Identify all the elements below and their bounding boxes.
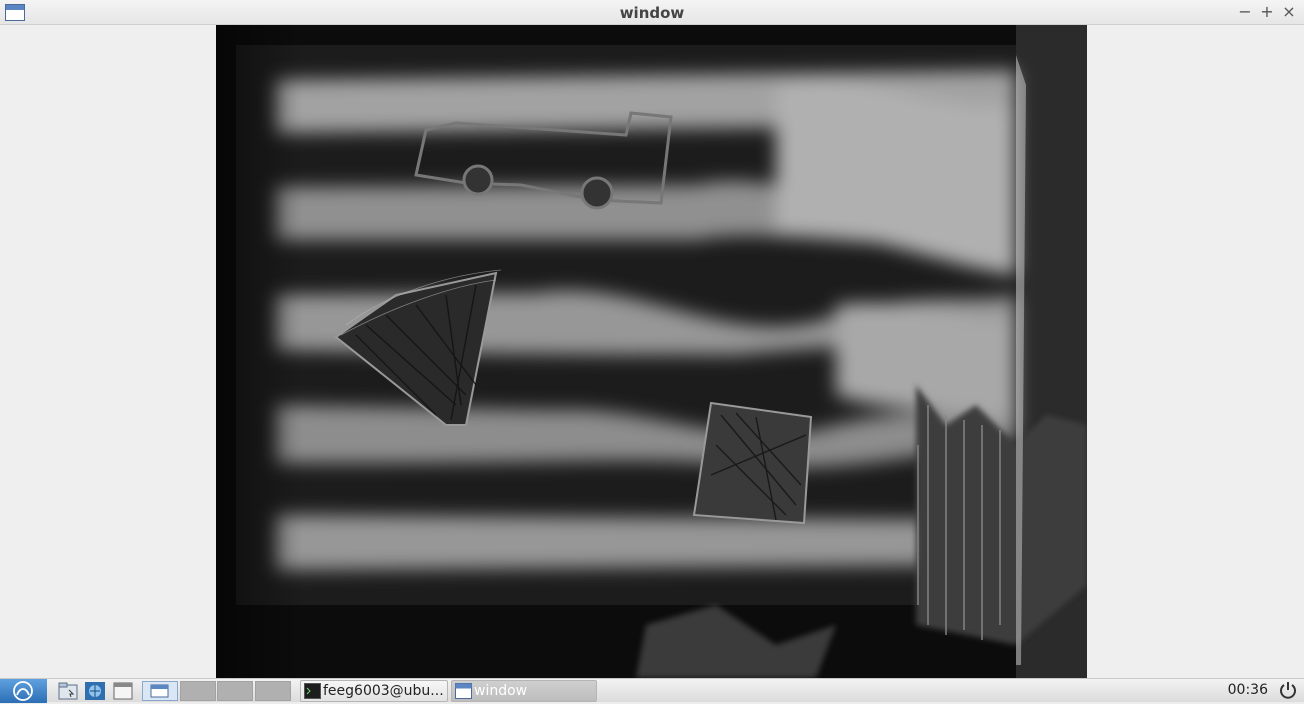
power-icon[interactable] [1278,680,1298,700]
window-icon [455,683,472,699]
desktop-4-button[interactable] [255,681,291,701]
task-window[interactable]: window [451,680,597,702]
file-manager-icon[interactable] [57,681,79,701]
task-label: feeg6003@ubu... [323,683,444,699]
window-manager-icon[interactable] [112,681,134,701]
title-bar: window − + × [0,0,1304,25]
web-browser-icon[interactable] [84,681,106,701]
start-menu-icon [13,681,33,701]
task-label: window [474,683,528,699]
task-terminal[interactable]: feeg6003@ubu... [300,680,448,702]
close-button[interactable]: × [1279,2,1299,22]
window-title: window [619,4,685,22]
desktop-3-button[interactable] [217,681,253,701]
terminal-icon [304,683,321,699]
desktop-2-button[interactable] [180,681,216,701]
minimize-button[interactable]: − [1235,2,1255,22]
desktop-1-button[interactable] [142,681,178,701]
maximize-button[interactable]: + [1257,2,1277,22]
flow-visualization [216,25,1087,678]
desktop-window-icon [150,684,169,698]
start-menu-button[interactable] [0,679,47,703]
window-content [0,25,1304,678]
camera-view [216,25,1087,678]
clock[interactable]: 00:36 [1228,682,1268,698]
taskbar: feeg6003@ubu... window 00:36 [0,678,1304,703]
